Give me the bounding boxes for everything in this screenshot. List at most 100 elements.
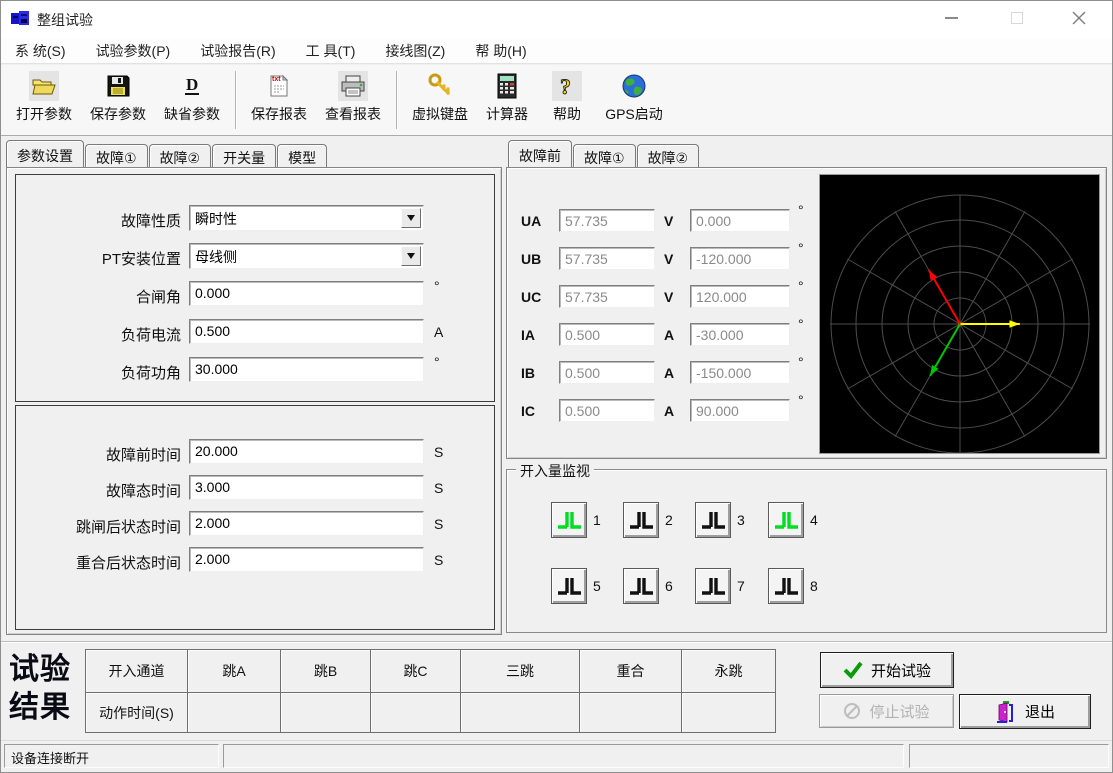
input-monitor-title: 开入量监视: [516, 461, 594, 481]
exit-label: 退出: [1025, 701, 1055, 722]
value-cell-trip-c: [371, 693, 461, 733]
minimize-button[interactable]: [922, 1, 980, 35]
ib-angle-input[interactable]: -150.000: [690, 361, 790, 384]
tab-fault-1-left[interactable]: 故障①: [85, 144, 148, 167]
post-reclose-time-input[interactable]: 2.000: [189, 547, 424, 572]
open-params-button[interactable]: 打开参数: [7, 69, 81, 124]
ic-magnitude-input[interactable]: 0.500: [559, 399, 655, 422]
ia-label: IA: [521, 327, 535, 343]
ib-label: IB: [521, 365, 535, 381]
chevron-down-icon: [407, 215, 415, 221]
tab-prefault[interactable]: 故障前: [508, 140, 572, 167]
menu-system[interactable]: 系 统(S): [15, 41, 66, 61]
save-params-button[interactable]: 保存参数: [81, 69, 155, 124]
uc-angle-unit: °: [798, 278, 804, 294]
load-current-label: 负荷电流: [16, 324, 181, 345]
switch-button-4[interactable]: [768, 502, 804, 538]
load-current-input[interactable]: 0.500: [189, 319, 424, 344]
switch-label-2: 2: [665, 512, 673, 528]
svg-text:txt: txt: [272, 76, 281, 83]
ub-angle-input[interactable]: -120.000: [690, 247, 790, 270]
header-cell-trip-c: 跳C: [371, 650, 461, 693]
phasor-arrows: [929, 270, 1020, 376]
tab-fault-2-right[interactable]: 故障②: [637, 144, 700, 167]
switch-button-7[interactable]: [695, 568, 731, 604]
switch-button-8[interactable]: [768, 568, 804, 604]
results-title: 试验 结果: [9, 651, 71, 727]
svg-text:D: D: [186, 75, 198, 94]
default-params-button[interactable]: D 缺省参数: [155, 69, 229, 124]
switch-button-1[interactable]: [551, 502, 587, 538]
ic-angle-unit: °: [798, 392, 804, 408]
post-reclose-time-unit: S: [434, 552, 443, 568]
menu-tools[interactable]: 工 具(T): [306, 41, 356, 61]
txt-document-icon: txt: [264, 71, 294, 101]
dropdown-button[interactable]: [401, 246, 421, 266]
pt-position-value: 母线侧: [195, 249, 237, 265]
fault-time-unit: S: [434, 480, 443, 496]
tab-fault-1-right[interactable]: 故障①: [573, 144, 636, 167]
tab-param-settings[interactable]: 参数设置: [6, 140, 84, 167]
toolbar-label: GPS启动: [605, 104, 663, 124]
title-bar: 整组试验: [1, 1, 1112, 38]
ia-magnitude-input[interactable]: 0.500: [559, 323, 655, 346]
close-icon: [1072, 11, 1086, 25]
toolbar-label: 保存参数: [90, 104, 146, 124]
switch-button-6[interactable]: [623, 568, 659, 604]
ub-magnitude-input[interactable]: 57.735: [559, 247, 655, 270]
ua-angle-input[interactable]: 0.000: [690, 209, 790, 232]
results-title-line1: 试验: [9, 651, 71, 689]
ic-angle-input[interactable]: 90.000: [690, 399, 790, 422]
tab-switch-quantity[interactable]: 开关量: [212, 144, 276, 167]
uc-magnitude-input[interactable]: 57.735: [559, 285, 655, 308]
post-trip-time-label: 跳闸后状态时间: [16, 516, 181, 537]
post-trip-time-input[interactable]: 2.000: [189, 511, 424, 536]
start-test-button[interactable]: 开始试验: [820, 652, 954, 688]
ub-mag-unit: V: [664, 251, 673, 267]
uc-angle-input[interactable]: 120.000: [690, 285, 790, 308]
pt-position-select[interactable]: 母线侧: [189, 243, 424, 269]
ia-angle-unit: °: [798, 316, 804, 332]
uc-mag-unit: V: [664, 289, 673, 305]
maximize-button[interactable]: [988, 1, 1046, 35]
app-window: 整组试验 系 统(S) 试验参数(P) 试验报告(R) 工 具(T) 接线图(Z…: [0, 0, 1113, 773]
toolbar-label: 缺省参数: [164, 104, 220, 124]
menu-test-report[interactable]: 试验报告(R): [200, 41, 275, 61]
switch-button-5[interactable]: [551, 568, 587, 604]
menu-help[interactable]: 帮 助(H): [475, 41, 526, 61]
tab-model[interactable]: 模型: [277, 144, 327, 167]
start-test-label: 开始试验: [871, 660, 931, 681]
uc-label: UC: [521, 289, 541, 305]
closing-angle-label: 合闸角: [16, 286, 181, 307]
switch-button-2[interactable]: [623, 502, 659, 538]
gps-start-button[interactable]: GPS启动: [597, 69, 671, 124]
menu-wiring-diagram[interactable]: 接线图(Z): [385, 41, 445, 61]
switch-button-3[interactable]: [695, 502, 731, 538]
toolbar-separator: [396, 71, 397, 129]
toolbar-label: 保存报表: [251, 104, 307, 124]
ia-angle-input[interactable]: -30.000: [690, 323, 790, 346]
save-report-button[interactable]: txt 保存报表: [242, 69, 316, 124]
load-angle-input[interactable]: 30.000: [189, 357, 424, 382]
fault-nature-select[interactable]: 瞬时性: [189, 205, 424, 231]
closing-angle-input[interactable]: 0.000: [189, 281, 424, 306]
exit-button[interactable]: 退出: [959, 694, 1091, 729]
tab-fault-2-left[interactable]: 故障②: [149, 144, 212, 167]
virtual-keyboard-button[interactable]: 虚拟键盘: [403, 69, 477, 124]
prefault-time-input[interactable]: 20.000: [189, 439, 424, 464]
switch-label-1: 1: [593, 512, 601, 528]
ua-magnitude-input[interactable]: 57.735: [559, 209, 655, 232]
window-title: 整组试验: [37, 10, 93, 30]
fault-time-input[interactable]: 3.000: [189, 475, 424, 500]
menu-test-params[interactable]: 试验参数(P): [96, 41, 171, 61]
help-button[interactable]: ? 帮助: [537, 69, 597, 124]
close-button[interactable]: [1050, 1, 1108, 35]
printer-icon: [338, 71, 368, 101]
calculator-button[interactable]: 计算器: [477, 69, 537, 124]
header-cell-three-trip: 三跳: [461, 650, 580, 693]
stop-test-button[interactable]: 停止试验: [819, 694, 954, 728]
ib-magnitude-input[interactable]: 0.500: [559, 361, 655, 384]
dropdown-button[interactable]: [401, 208, 421, 228]
value-cell-three-trip: [461, 693, 580, 733]
view-report-button[interactable]: 查看报表: [316, 69, 390, 124]
